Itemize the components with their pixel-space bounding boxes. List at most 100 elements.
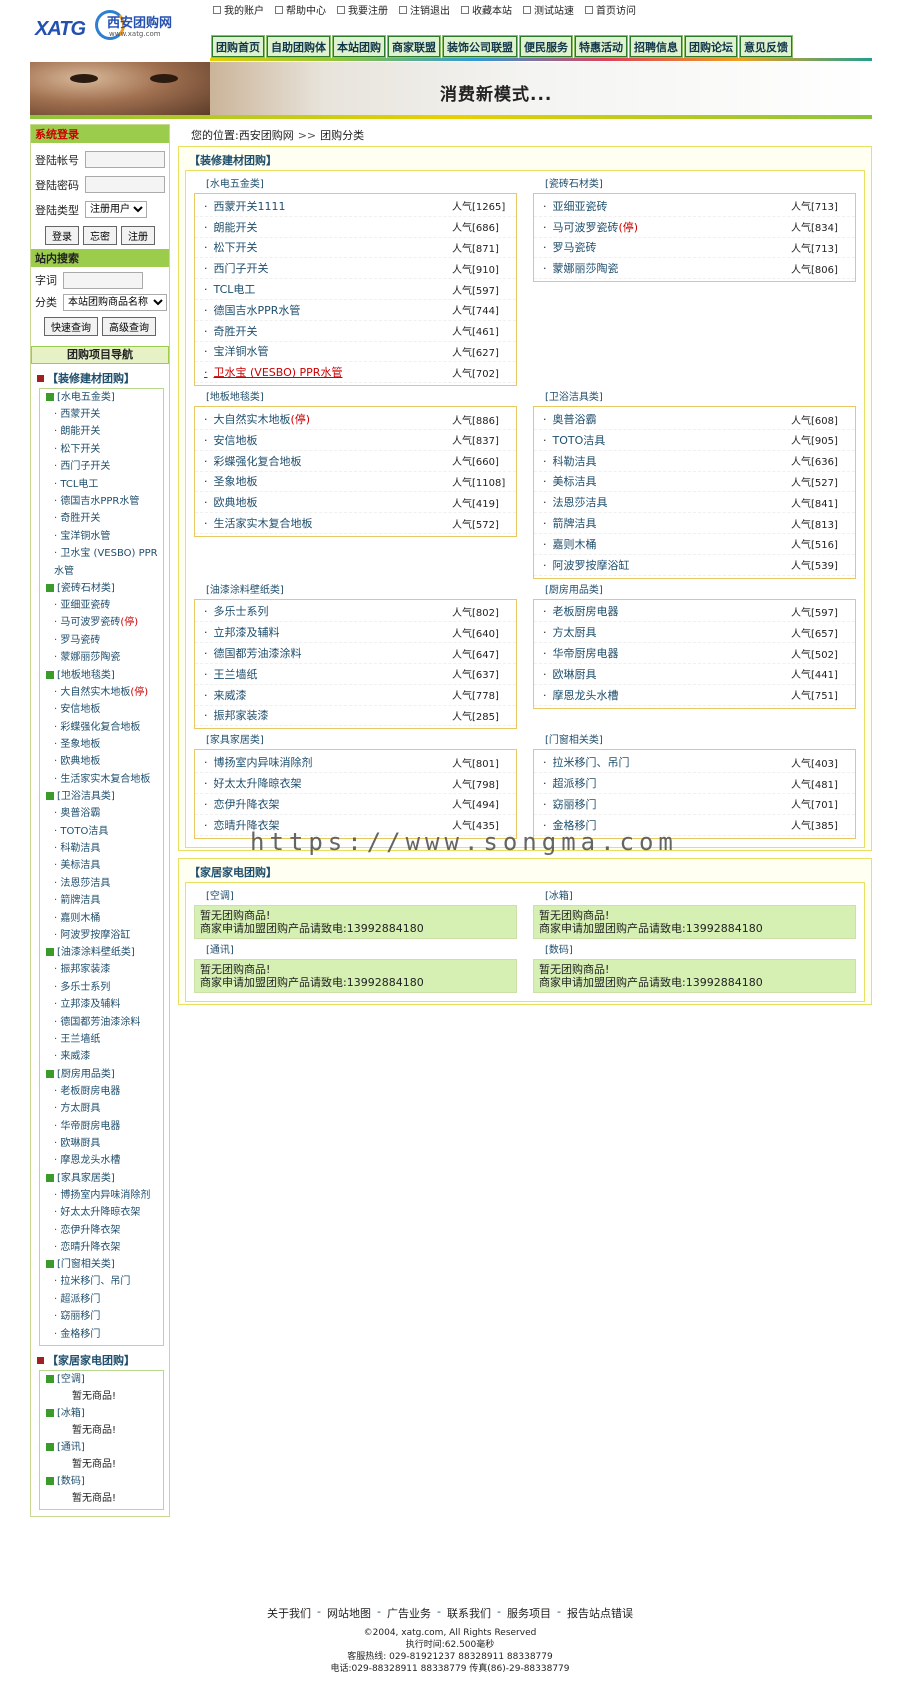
product-link[interactable]: 亚细亚瓷砖	[543, 198, 608, 214]
login-type-select[interactable]: 注册用户	[85, 201, 147, 218]
tree-item[interactable]: · 来威漆	[40, 1048, 163, 1065]
footer-link[interactable]: 报告站点错误	[567, 1605, 633, 1621]
tree-item[interactable]: · 马可波罗瓷砖(停)	[40, 614, 163, 631]
tree-item[interactable]: · 大自然实木地板(停)	[40, 684, 163, 701]
product-link[interactable]: 法恩莎洁具	[543, 494, 608, 510]
product-link[interactable]: 华帝厨房电器	[543, 645, 619, 661]
nav-tab[interactable]: 意见反馈	[739, 35, 793, 58]
product-link[interactable]: 多乐士系列	[204, 603, 269, 619]
tree-item[interactable]: · 松下开关	[40, 441, 163, 458]
product-link[interactable]: 欧琳厨具	[543, 666, 597, 682]
tree-item[interactable]: · 好太太升降晾衣架	[40, 1204, 163, 1221]
category-title[interactable]: [卫浴洁具类]	[533, 390, 856, 406]
footer-link[interactable]: 关于我们	[267, 1605, 311, 1621]
tree-category[interactable]: 【家居家电团购】	[33, 1350, 167, 1370]
tree-item[interactable]: · TOTO洁具	[40, 823, 163, 840]
product-link[interactable]: 罗马瓷砖	[543, 239, 597, 255]
nav-tab[interactable]: 装饰公司联盟	[442, 35, 518, 58]
product-link[interactable]: 立邦漆及辅料	[204, 624, 280, 640]
product-link[interactable]: 来威漆	[204, 687, 247, 703]
tree-item[interactable]: · 王兰墙纸	[40, 1031, 163, 1048]
tree-item[interactable]: · 华帝厨房电器	[40, 1118, 163, 1135]
tree-item[interactable]: · 西蒙开关	[40, 406, 163, 423]
product-link[interactable]: 振邦家装漆	[204, 707, 269, 723]
top-link[interactable]: 我的账户	[213, 2, 264, 17]
product-link[interactable]: 摩恩龙头水槽	[543, 687, 619, 703]
tree-item[interactable]: · 超派移门	[40, 1291, 163, 1308]
product-link[interactable]: 恋伊升降衣架	[204, 796, 280, 812]
password-input[interactable]	[85, 176, 165, 193]
product-link[interactable]: 蒙娜丽莎陶瓷	[543, 260, 619, 276]
product-link[interactable]: 圣象地板	[204, 473, 258, 489]
category-title[interactable]: [地板地毯类]	[194, 390, 517, 406]
tree-item[interactable]: · 窈丽移门	[40, 1308, 163, 1325]
product-link[interactable]: 宝洋铜水管	[204, 343, 269, 359]
tree-item[interactable]: · 博扬室内异味消除剂	[40, 1187, 163, 1204]
nav-tab[interactable]: 团购首页	[211, 35, 265, 58]
login-button[interactable]: 登录	[45, 226, 79, 245]
tree-item[interactable]: · 德国都芳油漆涂料	[40, 1014, 163, 1031]
tree-item[interactable]: · 朗能开关	[40, 423, 163, 440]
category-title[interactable]: [通讯]	[194, 943, 517, 959]
product-link[interactable]: 好太太升降晾衣架	[204, 775, 302, 791]
tree-item[interactable]: · 德国吉水PPR水管	[40, 493, 163, 510]
tree-subcategory[interactable]: [水电五金类]	[40, 389, 163, 406]
product-link[interactable]: 嘉则木桶	[543, 536, 597, 552]
tree-item[interactable]: · 振邦家装漆	[40, 961, 163, 978]
register-button[interactable]: 注册	[121, 226, 155, 245]
product-link[interactable]: TOTO洁具	[543, 432, 606, 448]
product-link[interactable]: 王兰墙纸	[204, 666, 258, 682]
product-link[interactable]: 安信地板	[204, 432, 258, 448]
category-title[interactable]: [冰箱]	[533, 889, 856, 905]
category-title[interactable]: [油漆涂料壁纸类]	[194, 583, 517, 599]
category-title[interactable]: [厨房用品类]	[533, 583, 856, 599]
tree-subcategory[interactable]: [空调]	[40, 1371, 163, 1388]
footer-link[interactable]: 联系我们	[447, 1605, 491, 1621]
category-title[interactable]: [数码]	[533, 943, 856, 959]
tree-item[interactable]: · 嘉则木桶	[40, 910, 163, 927]
tree-item[interactable]: · 亚细亚瓷砖	[40, 597, 163, 614]
product-link[interactable]: 欧典地板	[204, 494, 258, 510]
footer-link[interactable]: 广告业务	[387, 1605, 431, 1621]
tree-item[interactable]: · 金格移门	[40, 1326, 163, 1343]
advanced-search-button[interactable]: 高级查询	[102, 317, 156, 336]
tree-item[interactable]: · 生活家实木复合地板	[40, 771, 163, 788]
keyword-input[interactable]	[63, 271, 143, 289]
category-title[interactable]: [空调]	[194, 889, 517, 905]
tree-item[interactable]: · 奥普浴霸	[40, 805, 163, 822]
tree-subcategory[interactable]: [数码]	[40, 1473, 163, 1490]
product-link[interactable]: 德国吉水PPR水管	[204, 302, 301, 318]
quick-search-button[interactable]: 快速查询	[44, 317, 98, 336]
nav-tab[interactable]: 本站团购	[332, 35, 386, 58]
category-title[interactable]: [瓷砖石材类]	[533, 177, 856, 193]
top-link[interactable]: 收藏本站	[461, 2, 512, 17]
breadcrumb-site-link[interactable]: 西安团购网	[239, 127, 294, 143]
tree-subcategory[interactable]: [地板地毯类]	[40, 667, 163, 684]
nav-tab[interactable]: 便民服务	[519, 35, 573, 58]
tree-item[interactable]: · 欧琳厨具	[40, 1135, 163, 1152]
search-category-select[interactable]: 本站团购商品名称	[63, 293, 167, 311]
product-link[interactable]: 德国都芳油漆涂料	[204, 645, 302, 661]
nav-tab[interactable]: 特惠活动	[574, 35, 628, 58]
tree-subcategory[interactable]: [卫浴洁具类]	[40, 788, 163, 805]
tree-subcategory[interactable]: [厨房用品类]	[40, 1066, 163, 1083]
product-link[interactable]: 老板厨房电器	[543, 603, 619, 619]
category-title[interactable]: [门窗相关类]	[533, 733, 856, 749]
top-link[interactable]: 帮助中心	[275, 2, 326, 17]
tree-item[interactable]: · 罗马瓷砖	[40, 632, 163, 649]
tree-subcategory[interactable]: [通讯]	[40, 1439, 163, 1456]
nav-tab[interactable]: 自助团购体	[266, 35, 331, 58]
product-link[interactable]: 卫水宝 (VESBO) PPR水管	[204, 364, 343, 380]
product-link[interactable]: 拉米移门、吊门	[543, 754, 630, 770]
site-logo[interactable]: XATG 西安团购网 www.xatg.com	[35, 8, 185, 44]
nav-tab[interactable]: 招聘信息	[629, 35, 683, 58]
tree-item[interactable]: · 宝洋铜水管	[40, 528, 163, 545]
product-link[interactable]: 超派移门	[543, 775, 597, 791]
product-link[interactable]: 松下开关	[204, 239, 258, 255]
tree-item[interactable]: · 彩蝶强化复合地板	[40, 719, 163, 736]
product-link[interactable]: 美标洁具	[543, 473, 597, 489]
tree-item[interactable]: · 方太厨具	[40, 1100, 163, 1117]
tree-item[interactable]: · 奇胜开关	[40, 510, 163, 527]
product-link[interactable]: 大自然实木地板(停)	[204, 411, 311, 427]
top-link[interactable]: 首页访问	[585, 2, 636, 17]
